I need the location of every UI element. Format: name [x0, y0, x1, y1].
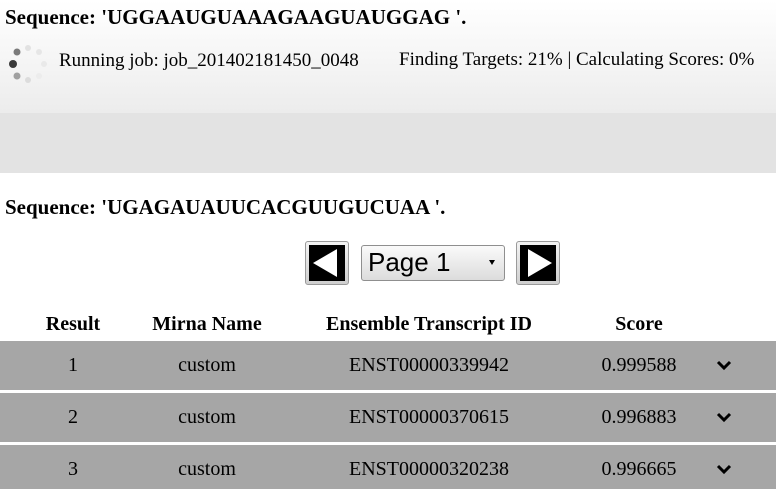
result-number: 3: [68, 458, 78, 480]
page-select[interactable]: Page 1: [361, 245, 505, 281]
column-header-score: Score: [615, 313, 663, 335]
next-page-button[interactable]: [516, 241, 560, 285]
chevron-down-icon[interactable]: [714, 462, 734, 476]
table-row[interactable]: 3 custom ENST00000320238 0.996665: [0, 445, 776, 489]
job-id-label: Running job: job_201402181450_0048: [59, 50, 359, 71]
mirna-name: custom: [178, 406, 236, 428]
mirna-name: custom: [178, 458, 236, 480]
transcript-id: ENST00000370615: [349, 406, 509, 428]
column-header-result: Result: [45, 313, 101, 335]
arrow-right-icon: [520, 245, 556, 281]
score-value: 0.996665: [601, 458, 677, 480]
table-row[interactable]: 1 custom ENST00000339942 0.999588: [0, 341, 776, 390]
arrow-left-icon: [309, 245, 345, 281]
result-number: 2: [68, 406, 78, 428]
panel-separator: [0, 113, 776, 173]
score-value: 0.999588: [601, 354, 677, 376]
results-sequence-title: Sequence: 'UGAGAUAUUCACGUUGUCUAA '.: [5, 195, 446, 219]
chevron-down-icon[interactable]: [714, 410, 734, 424]
mirna-name: custom: [178, 354, 236, 376]
result-number: 1: [68, 354, 78, 376]
transcript-id: ENST00000320238: [349, 458, 509, 480]
dropdown-caret-icon: [489, 260, 495, 265]
column-header-mirna-name: Mirna Name: [152, 313, 262, 335]
job-progress-text: Finding Targets: 21% | Calculating Score…: [399, 49, 755, 70]
chevron-down-icon[interactable]: [714, 358, 734, 372]
pagination-controls: Page 1: [0, 238, 776, 288]
job-status-row: Running job: job_201402181450_0048 Findi…: [0, 38, 776, 86]
running-job-panel: Sequence: 'UGGAAUGUAAAGAAGUAUGGAG '. Run…: [0, 0, 776, 113]
transcript-id: ENST00000339942: [349, 354, 509, 376]
previous-page-button[interactable]: [305, 241, 349, 285]
column-header-transcript-id: Ensemble Transcript ID: [326, 313, 532, 335]
results-table-header: Result Mirna Name Ensemble Transcript ID…: [0, 313, 776, 341]
job-sequence-title: Sequence: 'UGGAAUGUAAAGAAGUAUGGAG '.: [5, 5, 467, 29]
loading-spinner-icon: [9, 45, 47, 83]
score-value: 0.996883: [601, 406, 677, 428]
page-select-value: Page 1: [368, 247, 451, 277]
table-row[interactable]: 2 custom ENST00000370615 0.996883: [0, 393, 776, 442]
